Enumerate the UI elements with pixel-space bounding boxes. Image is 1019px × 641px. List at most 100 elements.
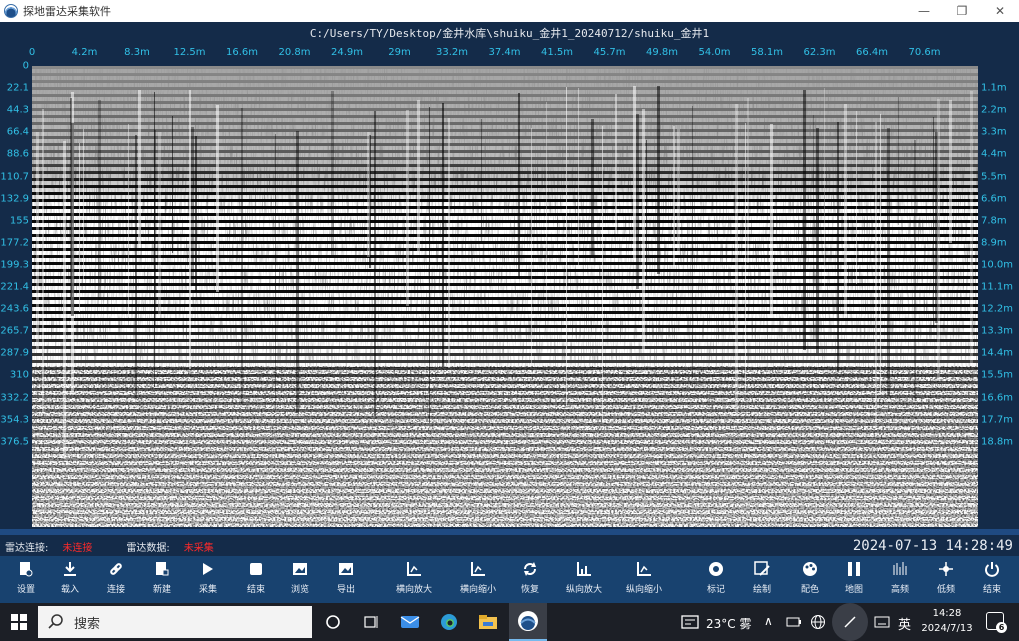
y-left-tick-label: 155 bbox=[9, 215, 29, 227]
toolbar-button-label: 设置 bbox=[16, 585, 35, 595]
close-button[interactable]: ✕ bbox=[981, 0, 1019, 22]
x-tick-label: 45.7m bbox=[593, 47, 626, 58]
ime-indicator[interactable]: 英 bbox=[898, 614, 911, 633]
toolbar-button-3[interactable]: 新建 bbox=[138, 561, 186, 601]
toolbar-button-2[interactable]: 连接 bbox=[92, 561, 140, 601]
cortana-icon[interactable] bbox=[314, 603, 352, 641]
file-explorer-icon[interactable] bbox=[469, 603, 507, 641]
windows-taskbar: 搜索 23°C 雾 ∧ 英 14:28 2024/7/13 6 bbox=[0, 603, 1019, 641]
toolbar-button-19[interactable]: 结束 bbox=[968, 561, 1016, 601]
edge-browser-icon[interactable] bbox=[430, 603, 468, 641]
y-right-tick-label: 11.1m bbox=[981, 281, 1014, 293]
toolbar-button-12[interactable]: 纵向缩小 bbox=[620, 561, 668, 601]
x-tick-label: 8.3m bbox=[124, 47, 150, 58]
radar-trace-streak bbox=[566, 87, 567, 405]
toolbar-button-4[interactable]: 采集 bbox=[184, 561, 232, 601]
news-widget-icon[interactable] bbox=[674, 603, 706, 641]
y-right-tick-label: 7.8m bbox=[981, 215, 1007, 227]
radar-trace-streak bbox=[673, 126, 675, 266]
taskbar-clock[interactable]: 14:28 2024/7/13 bbox=[918, 606, 976, 636]
radar-trace-streak bbox=[331, 91, 334, 255]
radar-trace-streak bbox=[816, 128, 819, 353]
power-icon bbox=[984, 561, 1000, 577]
toolbar-button-18[interactable]: 低频 bbox=[922, 561, 970, 601]
radar-trace-streak bbox=[898, 97, 899, 225]
pen-tool-icon[interactable] bbox=[832, 603, 868, 641]
y-right-tick-label: 1.1m bbox=[981, 82, 1007, 94]
radar-trace-streak bbox=[546, 102, 547, 300]
taskbar-search-box[interactable]: 搜索 bbox=[38, 606, 312, 638]
radar-trace-streak bbox=[914, 140, 916, 401]
toolbar-button-label: 纵向缩小 bbox=[625, 585, 662, 595]
radar-connect-label: 雷达连接: bbox=[5, 542, 49, 554]
x-tick-label: 20.8m bbox=[278, 47, 311, 58]
clock-time: 14:28 bbox=[932, 608, 962, 619]
radar-trace-streak bbox=[195, 136, 197, 292]
x-tick-label: 62.3m bbox=[803, 47, 836, 58]
radar-trace-streak bbox=[803, 90, 806, 350]
radar-trace-streak bbox=[813, 115, 814, 341]
y-left-tick-label: 354.3 bbox=[0, 414, 29, 426]
toolbar-button-14[interactable]: 绘制 bbox=[738, 561, 786, 601]
radar-trace-streak bbox=[646, 140, 647, 280]
radar-trace-streak bbox=[98, 100, 101, 300]
tray-expand-icon[interactable]: ∧ bbox=[764, 614, 773, 628]
task-view-icon[interactable] bbox=[352, 603, 390, 641]
clock-date: 2024/7/13 bbox=[921, 623, 973, 634]
toolbar-button-1[interactable]: 载入 bbox=[46, 561, 94, 601]
toolbar-button-9[interactable]: 横向缩小 bbox=[454, 561, 502, 601]
toolbar-button-7[interactable]: 导出 bbox=[322, 561, 370, 601]
toolbar-button-11[interactable]: 纵向放大 bbox=[560, 561, 608, 601]
toolbar-button-15[interactable]: 配色 bbox=[786, 561, 834, 601]
status-bar: 雷达连接: 未连接 雷达数据: 未采集 2024-07-13 14:28:49 bbox=[0, 536, 1019, 556]
toolbar-button-17[interactable]: 高频 bbox=[876, 561, 924, 601]
radar-trace-streak bbox=[154, 92, 155, 387]
horizontal-scrollbar[interactable] bbox=[0, 529, 1019, 535]
radar-trace-streak bbox=[692, 106, 693, 376]
minimize-button[interactable]: — bbox=[905, 0, 943, 22]
toolbar-button-label: 恢复 bbox=[520, 585, 539, 595]
y-left-tick-label: 332.2 bbox=[0, 392, 29, 403]
mail-icon[interactable] bbox=[391, 603, 429, 641]
radar-trace-streak bbox=[429, 107, 430, 423]
image-browse-icon bbox=[292, 561, 308, 577]
radargram-view[interactable] bbox=[32, 66, 978, 527]
notification-icon[interactable]: 6 bbox=[986, 612, 1007, 633]
radar-connect-status: 未连接 bbox=[62, 542, 93, 554]
restore-button[interactable]: ❐ bbox=[943, 0, 981, 22]
y-right-tick-label: 3.3m bbox=[981, 126, 1007, 138]
export-image-icon bbox=[338, 561, 354, 577]
toolbar-button-8[interactable]: 横向放大 bbox=[390, 561, 438, 601]
toolbar-button-6[interactable]: 浏览 bbox=[276, 561, 324, 601]
toolbar-button-13[interactable]: 标记 bbox=[692, 561, 740, 601]
toolbar-button-label: 结束 bbox=[246, 585, 265, 595]
y-left-tick-label: 376.5 bbox=[0, 436, 29, 448]
y-right-tick-label: 8.9m bbox=[981, 237, 1007, 249]
start-button[interactable] bbox=[0, 603, 38, 641]
radar-app-taskbar-icon[interactable] bbox=[509, 603, 547, 641]
y-right-tick-label: 4.4m bbox=[981, 148, 1007, 160]
x-tick-label: 37.4m bbox=[488, 47, 521, 58]
y-right-tick-label: 12.2m bbox=[981, 303, 1014, 315]
toolbar-button-0[interactable]: 设置 bbox=[2, 561, 50, 601]
title-bar: 探地雷达采集软件 — ❐ ✕ bbox=[0, 0, 1019, 22]
y-axis-right-ticks: 1.1m 2.2m 3.3m 4.4m 5.5m 6.6m 7.8m 8.9m 10.0m 11.… bbox=[978, 66, 1019, 526]
radar-data-status: 未采集 bbox=[183, 542, 214, 554]
radar-trace-streak bbox=[42, 109, 44, 414]
keyboard-icon[interactable] bbox=[870, 603, 894, 641]
radar-trace-streak bbox=[135, 135, 137, 399]
x-tick-label: 41.5m bbox=[540, 47, 574, 58]
weather-text[interactable]: 23°C 雾 bbox=[706, 615, 751, 632]
x-tick-label: 66.4m bbox=[855, 47, 889, 58]
toolbar-button-16[interactable]: 地图 bbox=[830, 561, 878, 601]
radar-trace-streak bbox=[83, 129, 84, 283]
radargram-image bbox=[32, 66, 978, 527]
battery-icon[interactable] bbox=[782, 603, 806, 641]
x-tick-label: 54.0m bbox=[698, 47, 731, 58]
toolbar-button-label: 纵向放大 bbox=[565, 585, 602, 595]
toolbar-button-10[interactable]: 恢复 bbox=[506, 561, 554, 601]
y-left-tick-label: 265.7 bbox=[0, 325, 29, 337]
network-globe-icon[interactable] bbox=[806, 603, 830, 641]
radar-trace-streak bbox=[602, 126, 603, 423]
toolbar-button-5[interactable]: 结束 bbox=[232, 561, 280, 601]
